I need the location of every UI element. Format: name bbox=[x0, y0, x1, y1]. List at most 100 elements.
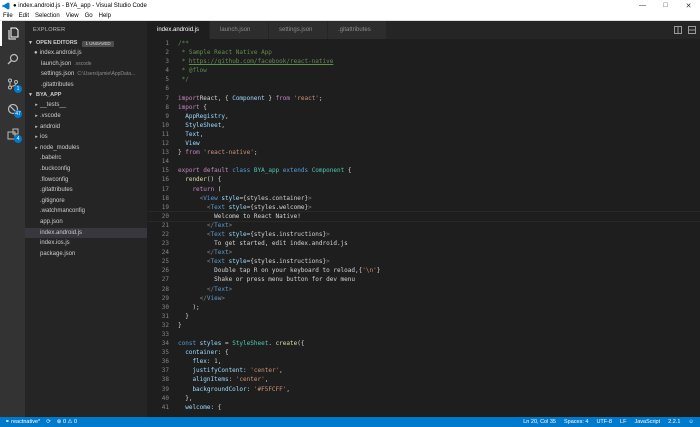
code-line[interactable]: 39 backgroundColor: '#F5FCFF', bbox=[147, 385, 700, 394]
language-mode[interactable]: JavaScript bbox=[634, 419, 660, 425]
code-line[interactable]: 16 render() { bbox=[147, 175, 700, 184]
code-line[interactable]: 31 } bbox=[147, 312, 700, 321]
open-editor-item[interactable]: ● index.android.js bbox=[25, 48, 147, 59]
code-editor[interactable]: 1/** 2 * Sample React Native App 3 * https… bbox=[147, 39, 700, 417]
line-number: 27 bbox=[161, 276, 169, 284]
folder-item[interactable]: ▸ __tests__ bbox=[25, 100, 147, 111]
menu-go[interactable]: Go bbox=[85, 13, 93, 19]
code-line[interactable]: 5 */ bbox=[147, 75, 700, 84]
code-line[interactable]: 6 bbox=[147, 84, 700, 93]
code-token: StyleSheet bbox=[178, 121, 222, 129]
code-line[interactable]: 8 import { bbox=[147, 103, 700, 112]
git-branch-status[interactable]: ⚭ reactnative* bbox=[5, 419, 40, 425]
close-button[interactable]: ✕ bbox=[677, 0, 700, 11]
code-line[interactable]: 37 justifyContent: 'center', bbox=[147, 366, 700, 375]
project-header[interactable]: ▼ BYA_APP bbox=[25, 91, 147, 100]
code-line[interactable]: 15 export default class BYA_app extends C… bbox=[147, 166, 700, 175]
menu-edit[interactable]: Edit bbox=[19, 13, 29, 19]
problems-status[interactable]: ⊗ 0 ⚠ 0 bbox=[57, 419, 77, 425]
code-line[interactable]: 25 <Text style={styles.instructions}> bbox=[147, 257, 700, 266]
file-item[interactable]: .watchmanconfig bbox=[25, 206, 147, 217]
maximize-button[interactable]: □ bbox=[654, 0, 677, 11]
code-line[interactable]: 23 To get started, edit index.android.js bbox=[147, 239, 700, 248]
indentation[interactable]: Spaces: 4 bbox=[564, 419, 588, 425]
code-line[interactable]: 36 flex: 1, bbox=[147, 357, 700, 366]
extensions-activity[interactable]: 4 bbox=[0, 121, 25, 146]
menu-file[interactable]: File bbox=[3, 13, 13, 19]
code-line[interactable]: 12 View bbox=[147, 139, 700, 148]
code-token: 'react' bbox=[290, 94, 319, 102]
code-line[interactable]: 19 <Text style={styles.welcome}> bbox=[147, 203, 700, 212]
debug-activity[interactable]: 47 bbox=[0, 96, 25, 121]
file-item[interactable]: index.ios.js bbox=[25, 238, 147, 249]
line-ending[interactable]: LF bbox=[620, 419, 626, 425]
code-line[interactable]: 24 </Text> bbox=[147, 248, 700, 257]
menu-selection[interactable]: Selection bbox=[35, 13, 60, 19]
code-line[interactable]: 34 const styles = StyleSheet. create({ bbox=[147, 339, 700, 348]
split-editor-icon[interactable] bbox=[674, 26, 682, 34]
code-line[interactable]: 1 /** bbox=[147, 39, 700, 48]
encoding[interactable]: UTF-8 bbox=[596, 419, 612, 425]
folder-item[interactable]: ▸ android bbox=[25, 122, 147, 133]
tab-settings-json[interactable]: settings.json bbox=[269, 21, 328, 39]
code-line[interactable]: 9 AppRegistry, bbox=[147, 112, 700, 121]
code-token: } bbox=[178, 321, 182, 329]
code-line[interactable]: 41 welcome: { bbox=[147, 403, 700, 412]
tab-index-android[interactable]: index.android.js bbox=[147, 21, 210, 39]
code-line[interactable]: 2 * Sample React Native App bbox=[147, 48, 700, 57]
code-line[interactable]: 26 Double tap R on your keyboard to relo… bbox=[147, 266, 700, 275]
version-status[interactable]: 2.2.1 bbox=[668, 419, 680, 425]
explorer-activity[interactable] bbox=[0, 21, 25, 46]
sync-icon[interactable]: ⟳ bbox=[46, 419, 51, 425]
code-line[interactable]: 40 }, bbox=[147, 394, 700, 403]
code-line[interactable]: 11 Text, bbox=[147, 130, 700, 139]
file-item[interactable]: .buckconfig bbox=[25, 164, 147, 175]
code-line[interactable]: 38 alignItems: 'center', bbox=[147, 375, 700, 384]
tab-launch-json[interactable]: launch.json bbox=[210, 21, 269, 39]
code-line[interactable]: 33 bbox=[147, 330, 700, 339]
menu-view[interactable]: View bbox=[66, 13, 79, 19]
code-line[interactable]: 10 StyleSheet, bbox=[147, 121, 700, 130]
code-line[interactable]: 14 bbox=[147, 157, 700, 166]
more-actions-icon[interactable] bbox=[688, 26, 696, 34]
folder-item[interactable]: ▸ .vscode bbox=[25, 111, 147, 122]
code-line[interactable]: 22 <Text style={styles.instructions}> bbox=[147, 230, 700, 239]
menu-help[interactable]: Help bbox=[99, 13, 111, 19]
code-line[interactable]: 3 * https://github.com/facebook/react-na… bbox=[147, 57, 700, 66]
code-token: } bbox=[264, 94, 276, 102]
open-editor-item[interactable]: .gitattributes bbox=[25, 80, 147, 91]
file-item[interactable]: app.json bbox=[25, 217, 147, 228]
code-line[interactable]: 13} from 'react-native'; bbox=[147, 148, 700, 157]
line-code: </Text> bbox=[178, 221, 232, 230]
code-line[interactable]: 18 <View style={styles.container}> bbox=[147, 194, 700, 203]
cursor-position[interactable]: Ln 20, Col 35 bbox=[523, 419, 556, 425]
minimize-button[interactable]: — bbox=[631, 0, 654, 11]
folder-item[interactable]: ▸ node_modules bbox=[25, 143, 147, 154]
code-line[interactable]: 27 Shake or press menu button for dev me… bbox=[147, 275, 700, 284]
code-line[interactable]: 20 Welcome to React Native! bbox=[147, 210, 700, 222]
smiley-icon[interactable]: ☺ bbox=[688, 419, 694, 425]
source-control-activity[interactable]: 1 bbox=[0, 71, 25, 96]
search-activity[interactable] bbox=[0, 46, 25, 71]
file-item[interactable]: .flowconfig bbox=[25, 175, 147, 186]
folder-item[interactable]: ▸ ios bbox=[25, 132, 147, 143]
code-line[interactable]: 35 container: { bbox=[147, 348, 700, 357]
open-editor-item[interactable]: launch.json .vscode bbox=[25, 59, 147, 70]
file-item[interactable]: .babelrc bbox=[25, 153, 147, 164]
code-line[interactable]: 21 </Text> bbox=[147, 221, 700, 230]
file-item[interactable]: .gitignore bbox=[25, 196, 147, 207]
code-line[interactable]: 28 </Text> bbox=[147, 285, 700, 294]
code-token: < bbox=[178, 203, 211, 211]
file-item[interactable]: .gitattributes bbox=[25, 185, 147, 196]
tab-gitattributes[interactable]: .gitattributes bbox=[328, 21, 387, 39]
open-editor-item[interactable]: settings.json C:\Users\jamie\AppData... bbox=[25, 69, 147, 80]
code-line[interactable]: 17 return ( bbox=[147, 185, 700, 194]
code-line[interactable]: 4 * @flow bbox=[147, 66, 700, 75]
open-editors-header[interactable]: ▼ OPEN EDITORS 1 UNSAVED bbox=[25, 39, 147, 48]
code-line[interactable]: 29 </View> bbox=[147, 294, 700, 303]
code-line[interactable]: 7 importReact, { Component } from 'react'… bbox=[147, 94, 700, 103]
code-line[interactable]: 30 ); bbox=[147, 303, 700, 312]
code-line[interactable]: 32} bbox=[147, 321, 700, 330]
file-item-selected[interactable]: index.android.js bbox=[25, 227, 147, 239]
file-item[interactable]: package.json bbox=[25, 249, 147, 260]
